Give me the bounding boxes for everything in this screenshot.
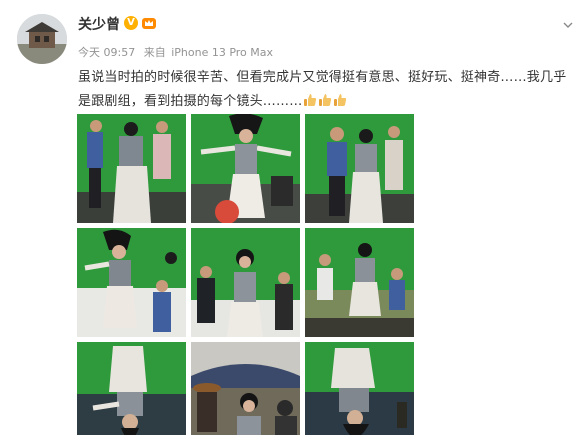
verified-v-icon: V [124, 16, 138, 30]
post-text: 虽说当时拍的时候很辛苦、但看完成片又觉得挺有意思、挺好玩、挺神奇……我几乎是跟剧… [78, 66, 573, 114]
source-prefix: 来自 [143, 46, 166, 59]
film-set-photo-2[interactable] [191, 114, 300, 223]
post-source[interactable]: iPhone 13 Pro Max [171, 46, 273, 59]
post-time[interactable]: 今天 09:57 [78, 46, 135, 59]
film-set-photo-1[interactable] [77, 114, 186, 223]
username[interactable]: 关少曾 [78, 14, 120, 34]
thumbs-up-icon [303, 92, 317, 106]
post-meta: 今天 09:57 来自 iPhone 13 Pro Max [78, 44, 278, 60]
member-crown-icon [141, 15, 157, 31]
film-set-photo-9[interactable] [305, 342, 414, 435]
film-set-photo-6[interactable] [305, 228, 414, 337]
film-set-photo-7[interactable] [77, 342, 186, 435]
photo-grid [77, 114, 414, 435]
film-set-photo-5[interactable] [191, 228, 300, 337]
avatar[interactable] [17, 14, 67, 64]
film-set-photo-4[interactable] [77, 228, 186, 337]
chevron-down-icon[interactable] [563, 15, 573, 28]
thumbs-up-icon [318, 92, 332, 106]
film-set-photo-8[interactable] [191, 342, 300, 435]
film-set-photo-3[interactable] [305, 114, 414, 223]
thumbs-up-icon [333, 92, 347, 106]
